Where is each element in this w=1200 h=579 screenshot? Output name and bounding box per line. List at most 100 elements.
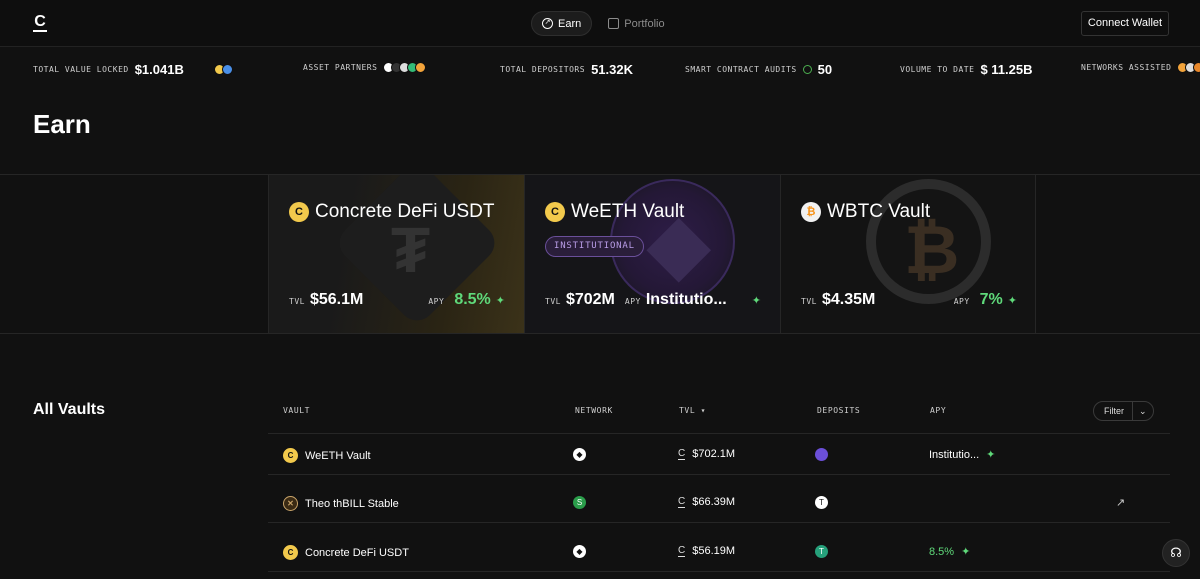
page-title: Earn [33,109,91,139]
ethereum-network-icon: ◆ [573,448,586,461]
featured-card-stats: TVL $4.35M APY 7% ✦ [801,291,1017,309]
theo-coin-icon: ✕ [283,496,298,511]
tvl-cell: C $66.39M [678,496,735,508]
vaults-table-header: VAULT NETWORK TVL ▾ DEPOSITS APY Filter … [268,398,1170,434]
tab-earn-label: Earn [558,17,582,30]
all-vaults-title: All Vaults [33,401,106,418]
featured-card-weeth[interactable]: ◆ C WeETH Vault INSTITUTIONAL TVL $702M … [524,175,780,333]
featured-card-stats: TVL $702M APY Institutio... ✦ [545,291,761,309]
featured-card-usdt[interactable]: ₮ C Concrete DeFi USDT TVL $56.1M APY 8.… [268,175,524,333]
stat-partners-label: ASSET PARTNERS [303,63,378,72]
tvl-token-icons [213,64,233,75]
vault-name: Theo thBILL Stable [305,497,399,510]
partner-icons[interactable] [383,62,427,73]
stat-tvl-value: $1.041B [134,62,184,77]
network-cell: ◆ [573,545,586,558]
sparkle-icon: ✦ [986,449,996,461]
stat-volume-label: VOLUME TO DATE [900,65,975,74]
stat-tvl-label: TOTAL VALUE LOCKED [33,65,129,74]
stat-audits: SMART CONTRACT AUDITS 50 [685,62,832,77]
featured-card-title-text: WeETH Vault [571,201,685,222]
table-row[interactable]: C WeETH Vault ◆ C $702.1M Institutio... … [268,435,1170,475]
tvl-value: $56.1M [309,291,364,308]
usdt-token-icon: T [815,545,828,558]
featured-card-stats: TVL $56.1M APY 8.5% ✦ [289,291,505,309]
featured-vaults: ₮ C Concrete DeFi USDT TVL $56.1M APY 8.… [0,174,1200,334]
filter-label: Filter [1094,402,1133,420]
external-link-icon[interactable]: ↗ [1116,496,1125,509]
stat-depositors-label: TOTAL DEPOSITORS [500,65,586,74]
concrete-logo[interactable]: C [33,14,47,32]
tab-earn[interactable]: ↗ Earn [531,11,593,36]
deposits-cell [815,448,828,461]
vault-name: Concrete DeFi USDT [305,546,409,559]
tvl-value: $66.39M [692,496,736,508]
apy-key: APY [428,297,445,306]
nav-tabs: ↗ Earn Portfolio [531,11,675,36]
stat-audits-label: SMART CONTRACT AUDITS [685,65,797,74]
tvl-key: TVL [801,297,817,306]
weeth-token-icon [815,448,828,461]
connect-wallet-button[interactable]: Connect Wallet [1081,11,1169,36]
deposit-token-icon: T [815,496,828,509]
featured-card-title-text: Concrete DeFi USDT [315,201,495,222]
concrete-coin-icon: C [283,448,298,463]
deposits-cell: T [815,496,828,509]
ethereum-network-icon: ◆ [573,545,586,558]
network-icons[interactable] [1177,62,1200,73]
apy-cell: 8.5% ✦ [929,545,971,559]
stats-bar: TOTAL VALUE LOCKED $1.041B ASSET PARTNER… [0,47,1200,91]
col-network: NETWORK [575,406,613,415]
featured-card-wbtc[interactable]: ₿ ₿ WBTC Vault TVL $4.35M APY 7% ✦ [780,175,1036,333]
support-headset-icon[interactable]: ☊ [1162,539,1190,567]
top-nav: C ↗ Earn Portfolio Connect Wallet [0,0,1200,47]
table-row[interactable]: C Concrete DeFi USDT ◆ C $56.19M T 8.5% … [268,532,1170,572]
tvl-value: $56.19M [692,545,736,557]
tvl-key: TVL [545,297,561,306]
vault-cell: ✕ Theo thBILL Stable [283,496,399,511]
table-row[interactable]: ✕ Theo thBILL Stable S C $66.39M T ↗ [268,483,1170,523]
apy-value: 7% [979,291,1003,308]
concrete-coin-icon: C [545,202,565,222]
apy-group: APY 7% ✦ [954,291,1017,309]
stat-volume: VOLUME TO DATE $ 11.25B [900,62,1032,77]
col-deposits: DEPOSITS [817,406,861,415]
featured-card-title: ₿ WBTC Vault [801,201,930,223]
earn-icon: ↗ [542,18,553,29]
vault-name: WeETH Vault [305,449,371,462]
tvl-cell: C $702.1M [678,448,735,460]
concrete-icon: C [678,495,686,508]
filter-dropdown[interactable]: Filter ⌄ [1093,401,1154,421]
sparkle-icon: ✦ [1007,295,1017,307]
sparkle-icon: ✦ [495,295,505,307]
apy-cell: Institutio... ✦ [929,448,996,462]
vault-cell: C Concrete DeFi USDT [283,545,409,560]
apy-value: 8.5% [454,291,491,308]
network-cell: S [573,496,586,509]
apy-value: Institutio... [645,291,727,308]
tvl-key: TVL [289,297,305,306]
apy-value: Institutio... [929,448,980,461]
col-vault: VAULT [283,406,311,415]
sparkle-icon: ✦ [961,546,971,558]
network-icon: S [573,496,586,509]
apy-group: APY 8.5% ✦ [428,291,505,309]
col-tvl-sort[interactable]: TVL ▾ [679,406,706,415]
stat-volume-value: $ 11.25B [980,62,1033,77]
tvl-value: $702M [565,291,615,308]
apy-key: APY [624,297,641,306]
tvl-cell: C $56.19M [678,545,735,557]
stat-audits-value: 50 [817,62,833,77]
concrete-icon: C [678,447,686,460]
concrete-icon: C [678,544,686,557]
col-apy: APY [930,406,947,415]
tab-portfolio[interactable]: Portfolio [598,11,674,36]
apy-value: 8.5% [929,545,955,558]
tab-portfolio-label: Portfolio [624,17,665,30]
tether-glyph: ₮ [391,214,431,286]
stat-tvl: TOTAL VALUE LOCKED $1.041B [33,62,233,77]
shield-icon [802,65,812,74]
institutional-badge: INSTITUTIONAL [545,236,644,257]
featured-card-title-text: WBTC Vault [827,201,931,222]
sparkle-icon: ✦ [751,295,761,307]
